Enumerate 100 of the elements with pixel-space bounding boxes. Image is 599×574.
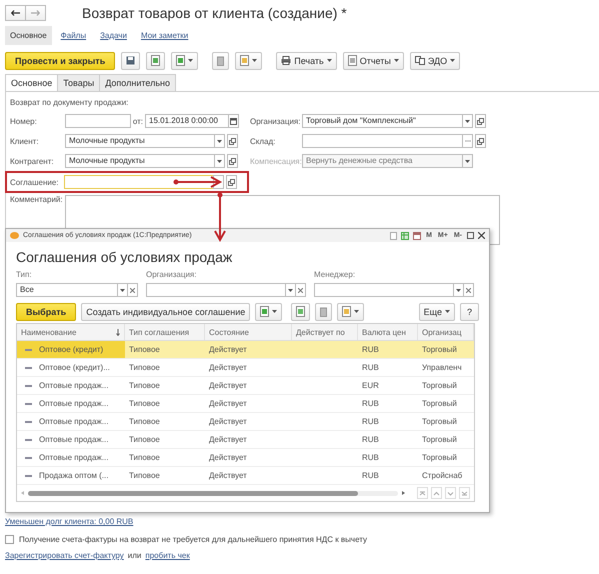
register-invoice-link[interactable]: Зарегистрировать счет-фактуру <box>5 551 124 560</box>
table-cell-text: Типовое <box>128 380 161 392</box>
report-button[interactable] <box>337 302 364 320</box>
checkbox[interactable] <box>5 535 14 544</box>
dropdown-button[interactable] <box>117 283 128 297</box>
checkbox-label: Получение счета-фактуры на возврат не требуется для дальнейшего принятия НДС к вычету <box>19 535 368 544</box>
open-icon <box>229 158 236 164</box>
create-button[interactable]: Создать индивидуальное соглашение <box>81 302 250 320</box>
clear-button[interactable] <box>295 283 306 297</box>
caret-icon <box>354 310 360 313</box>
delete-button[interactable] <box>315 302 332 320</box>
field-label: Компенсация: <box>250 156 302 166</box>
scroll-right-icon[interactable] <box>402 491 405 495</box>
open-button[interactable] <box>227 154 238 168</box>
post-button[interactable] <box>146 52 166 70</box>
menu-button[interactable]: ЭДО <box>410 52 460 70</box>
document-icon <box>342 306 352 317</box>
column-header[interactable]: Действует по <box>292 324 358 340</box>
open-button[interactable] <box>475 134 486 148</box>
table-cell: Продажа оптом (... <box>39 471 108 480</box>
dash-icon <box>25 384 32 386</box>
tab[interactable]: Дополнительно <box>99 74 176 91</box>
open-button[interactable] <box>227 134 238 148</box>
table-cell: Оптовые продаж... <box>39 381 108 390</box>
filter-field[interactable]: Все <box>16 283 118 297</box>
menu-button[interactable]: Отчеты <box>342 52 404 70</box>
tab[interactable]: Основное <box>5 74 58 91</box>
open-button[interactable] <box>475 114 486 128</box>
table-row[interactable]: Оптовое (кредит) Типовое Действует RUB Торговый <box>17 341 474 359</box>
related-documents-button[interactable] <box>235 52 262 70</box>
save-icon <box>126 56 136 65</box>
input-field[interactable] <box>302 134 463 148</box>
save-button[interactable] <box>121 52 140 70</box>
create-based-on-button[interactable] <box>171 52 198 70</box>
calendar-button[interactable] <box>228 114 239 128</box>
maximize-icon[interactable] <box>467 232 474 239</box>
document-icon <box>176 55 186 66</box>
input-field[interactable]: Молочные продукты <box>65 134 215 148</box>
table-cell-text: Типовое <box>128 416 161 428</box>
filter-field[interactable] <box>314 283 454 297</box>
document-icon <box>296 306 306 317</box>
input-field[interactable]: Молочные продукты <box>65 154 215 168</box>
dropdown-button[interactable] <box>285 283 296 297</box>
add-button[interactable] <box>291 302 310 320</box>
debt-link[interactable]: Уменьшен долг клиента: 0,00 RUB <box>5 517 134 526</box>
exchange-icon <box>414 56 425 65</box>
back-button[interactable] <box>5 4 26 20</box>
post-and-close-button[interactable]: Провести и закрыть <box>5 52 116 70</box>
group-label: Возврат по документу продажи: <box>10 98 130 109</box>
column-header[interactable]: Наименование <box>17 324 125 340</box>
dropdown-button[interactable] <box>462 154 473 168</box>
section-link[interactable]: Задачи <box>95 26 132 44</box>
input-field[interactable]: Торговый дом "Комплексный" <box>302 114 463 128</box>
table-cell-text: Типовое <box>128 434 161 446</box>
clear-icon <box>298 288 303 292</box>
arrow-icon <box>419 490 426 496</box>
dropdown-button[interactable] <box>214 154 225 168</box>
column-header[interactable]: Валюта цен <box>358 324 418 340</box>
clear-button[interactable] <box>463 283 474 297</box>
field-label: Номер: <box>10 116 38 126</box>
filter-label: Менеджер: <box>314 270 356 281</box>
clear-icon <box>130 288 135 292</box>
window-title: Возврат товаров от клиента (создание) * <box>82 4 347 20</box>
dropdown-button[interactable] <box>453 283 464 297</box>
document-icon <box>260 306 270 317</box>
column-header[interactable]: Тип соглашения <box>125 324 205 340</box>
column-header[interactable]: Состояние <box>205 324 292 340</box>
input-field[interactable]: 15.01.2018 0:00:00 <box>145 114 229 128</box>
input-field[interactable] <box>65 114 131 128</box>
help-button[interactable]: ? <box>460 302 479 320</box>
more-button[interactable]: Еще <box>418 302 455 320</box>
field-label: Клиент: <box>10 136 40 146</box>
table-cell-text: Управленч <box>421 362 463 374</box>
column-header[interactable]: Организац <box>418 324 474 340</box>
open-button[interactable] <box>226 175 237 189</box>
table-cell-text: EUR <box>361 380 380 392</box>
input-field[interactable] <box>64 175 214 189</box>
table-cell-text: Действует <box>208 416 248 428</box>
close-icon[interactable] <box>478 232 485 239</box>
print-receipt-link[interactable]: пробить чек <box>145 551 190 560</box>
navigation-button[interactable] <box>417 487 428 499</box>
table-cell: Оптовое (кредит) <box>39 345 104 354</box>
dash-icon <box>25 348 32 350</box>
copy-button[interactable] <box>255 302 282 320</box>
filter-field[interactable] <box>146 283 286 297</box>
section-link[interactable]: Основное <box>5 26 52 44</box>
table-cell-text: Типовое <box>128 398 161 410</box>
dropdown-button[interactable] <box>214 134 225 148</box>
caret-icon <box>465 160 470 162</box>
dropdown-button[interactable] <box>462 114 473 128</box>
delete-button[interactable] <box>212 52 230 70</box>
section-link[interactable]: Мои заметки <box>136 26 194 44</box>
select-button[interactable]: Выбрать <box>16 302 76 320</box>
field-label: Организация: <box>250 116 302 126</box>
horizontal-scrollbar[interactable] <box>28 490 398 496</box>
clear-button[interactable] <box>127 283 138 297</box>
navigation-button[interactable] <box>459 487 470 499</box>
menu-button[interactable]: Печать <box>276 52 337 70</box>
section-link[interactable]: Файлы <box>56 26 92 44</box>
tab[interactable]: Товары <box>57 74 100 91</box>
